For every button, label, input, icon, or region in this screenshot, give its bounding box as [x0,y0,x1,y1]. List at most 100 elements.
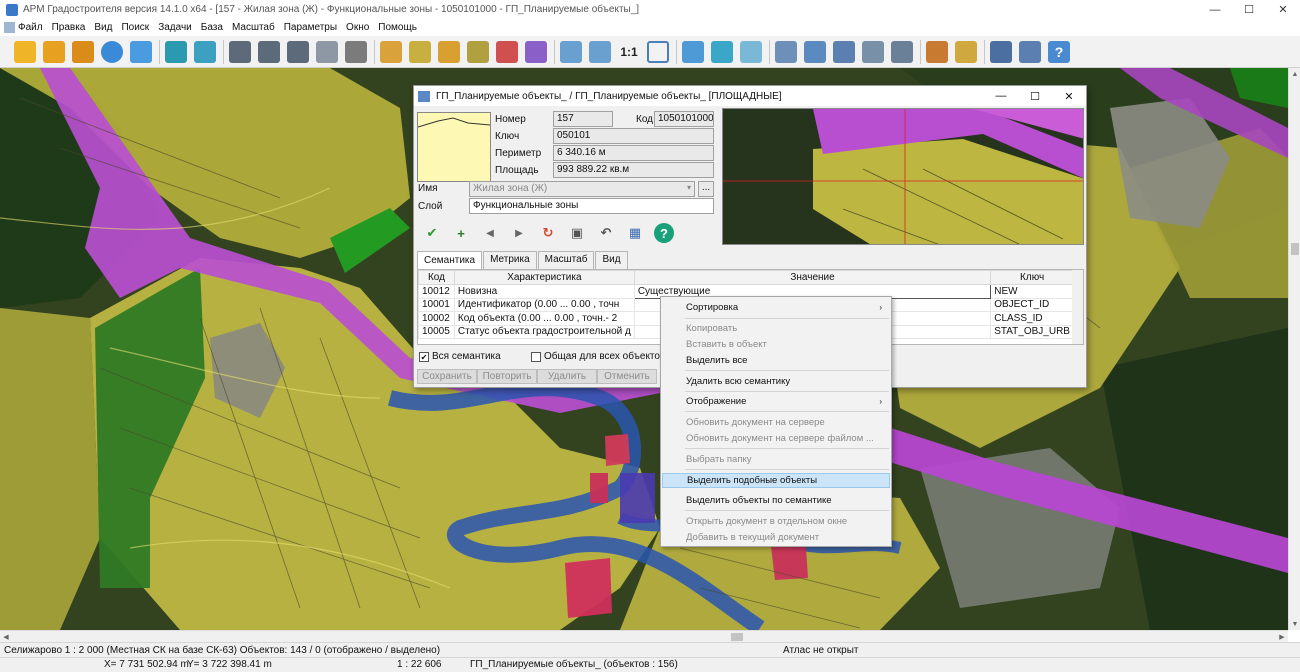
vertical-scroll-thumb[interactable] [1291,243,1299,255]
menu-item-paste[interactable]: Вставить в объект [662,337,890,352]
menu-item-display[interactable]: Отображение › [662,394,890,409]
delete-button[interactable]: Удалить [537,369,597,384]
menu-scale[interactable]: Масштаб [232,22,275,33]
map-select-icon[interactable] [804,40,826,63]
find-text-icon[interactable] [258,40,280,63]
repeat-button[interactable]: Повторить [477,369,537,384]
save-disk-icon[interactable]: ▣ [567,223,587,243]
name-combobox[interactable]: Жилая зона (Ж) ▾ [469,181,695,197]
column-header-code[interactable]: Код [418,270,455,285]
menu-item-select-similar[interactable]: Выделить подобные объекты [662,473,890,488]
text-edit-icon[interactable] [891,40,913,63]
zoom-in-icon[interactable] [589,40,611,63]
delete-object-icon[interactable] [496,40,518,63]
menu-view[interactable]: Вид [94,22,112,33]
zoom-extent-icon[interactable] [647,40,669,63]
all-semantics-checkbox[interactable]: ✔ Вся семантика [419,351,501,362]
dialog-close-button[interactable]: ✕ [1052,86,1086,106]
common-for-all-checkbox[interactable]: Общая для всех объектов [531,351,665,362]
database-icon[interactable] [72,40,94,63]
measure-icon[interactable] [955,40,977,63]
menu-help[interactable]: Помощь [378,22,417,33]
find-next-icon[interactable] [287,40,309,63]
menu-item-choose-folder[interactable]: Выбрать папку [662,452,890,467]
layers-icon[interactable] [165,40,187,63]
horizontal-scrollbar[interactable]: ◀ ▶ [0,630,1288,642]
copy-map-icon[interactable] [130,40,152,63]
binoculars-icon[interactable] [229,40,251,63]
scroll-down-icon[interactable]: ▼ [1289,618,1300,630]
select-object-icon[interactable] [380,40,402,63]
menu-item-update-on-server-file[interactable]: Обновить документ на сервере файлом ... [662,431,890,446]
column-header-value[interactable]: Значение [633,270,992,285]
minimize-button[interactable]: — [1198,0,1232,19]
help-icon[interactable]: ? [654,223,674,243]
dbm-icon[interactable] [862,40,884,63]
previous-icon[interactable]: ◀ [480,223,500,243]
vertical-scrollbar[interactable]: ▲ ▼ [1288,68,1300,630]
refresh-view-icon[interactable] [682,40,704,63]
menu-item-select-all[interactable]: Выделить все [662,353,890,368]
layer-settings-icon[interactable] [194,40,216,63]
back-view-icon[interactable] [740,40,762,63]
tools-icon[interactable] [926,40,948,63]
print-icon[interactable] [990,40,1012,63]
column-header-characteristic[interactable]: Характеристика [453,270,635,285]
tab-scale[interactable]: Масштаб [537,251,595,269]
color-object-icon[interactable] [525,40,547,63]
check-object-icon[interactable] [409,40,431,63]
table-scrollbar[interactable] [1072,270,1083,344]
menu-item-sort[interactable]: Сортировка › [662,300,890,315]
globe-icon[interactable] [101,40,123,63]
dialog-minimize-button[interactable]: — [984,86,1018,106]
undo-icon[interactable]: ↶ [596,223,616,243]
menu-item-select-by-semantics[interactable]: Выделить объекты по семантике [662,493,890,508]
menu-item-open-in-window[interactable]: Открыть документ в отдельном окне [662,514,890,529]
tab-view[interactable]: Вид [595,251,628,269]
help-icon[interactable]: ? [1048,40,1070,63]
add-object-icon[interactable]: + [451,223,471,243]
open-folder-icon[interactable] [14,40,36,63]
cell-characteristic: Идентификатор (0.00 ... 0.00 , точн [453,297,635,312]
add-object-icon[interactable] [438,40,460,63]
browse-button[interactable]: ... [698,181,714,197]
cancel-button[interactable]: Отменить [597,369,657,384]
apply-icon[interactable] [711,40,733,63]
scale-one-to-one-button[interactable]: 1:1 [618,41,640,63]
tab-metrics[interactable]: Метрика [483,251,537,269]
horizontal-scroll-thumb[interactable] [731,633,743,641]
next-icon[interactable]: ▶ [509,223,529,243]
zoom-out-icon[interactable] [560,40,582,63]
apply-check-icon[interactable]: ✔ [422,223,442,243]
edit-object-icon[interactable] [467,40,489,63]
menu-tasks[interactable]: Задачи [158,22,192,33]
status-map-info: Селижарово 1 : 2 000 (Местная СК на базе… [4,644,441,656]
calculator-icon[interactable]: ▦ [625,223,645,243]
maximize-button[interactable]: ☐ [1232,0,1266,19]
pointer-icon[interactable] [775,40,797,63]
save-button[interactable]: Сохранить [417,369,477,384]
find-all-icon[interactable] [316,40,338,63]
menu-window[interactable]: Окно [346,22,369,33]
menu-item-add-to-current[interactable]: Добавить в текущий документ [662,530,890,545]
column-header-key[interactable]: Ключ [990,270,1074,285]
menu-file[interactable]: Файл [4,22,43,33]
menu-item-copy[interactable]: Копировать [662,321,890,336]
close-button[interactable]: ✕ [1266,0,1300,19]
print-preview-icon[interactable] [1019,40,1041,63]
menu-item-update-on-server[interactable]: Обновить документ на сервере [662,415,890,430]
list-icon[interactable] [345,40,367,63]
dialog-title: ГП_Планируемые объекты_ / ГП_Планируемые… [436,90,782,102]
table-icon[interactable] [833,40,855,63]
cycle-icon[interactable]: ↻ [538,223,558,243]
menu-parameters[interactable]: Параметры [284,22,337,33]
layer-label: Слой [418,201,443,212]
menu-edit[interactable]: Правка [52,22,86,33]
menu-search[interactable]: Поиск [121,22,149,33]
dialog-maximize-button[interactable]: ☐ [1018,86,1052,106]
scroll-up-icon[interactable]: ▲ [1289,68,1300,80]
menu-base[interactable]: База [201,22,223,33]
menu-item-delete-all-semantics[interactable]: Удалить всю семантику [662,374,890,389]
tab-semantics[interactable]: Семантика [417,251,483,269]
open-map-icon[interactable] [43,40,65,63]
